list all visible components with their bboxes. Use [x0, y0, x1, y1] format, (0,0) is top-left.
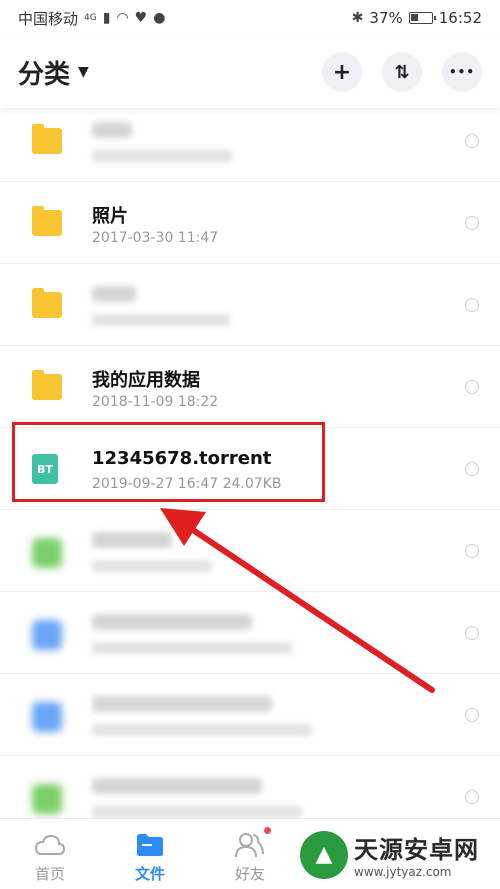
- annotation-arrow: [160, 508, 435, 693]
